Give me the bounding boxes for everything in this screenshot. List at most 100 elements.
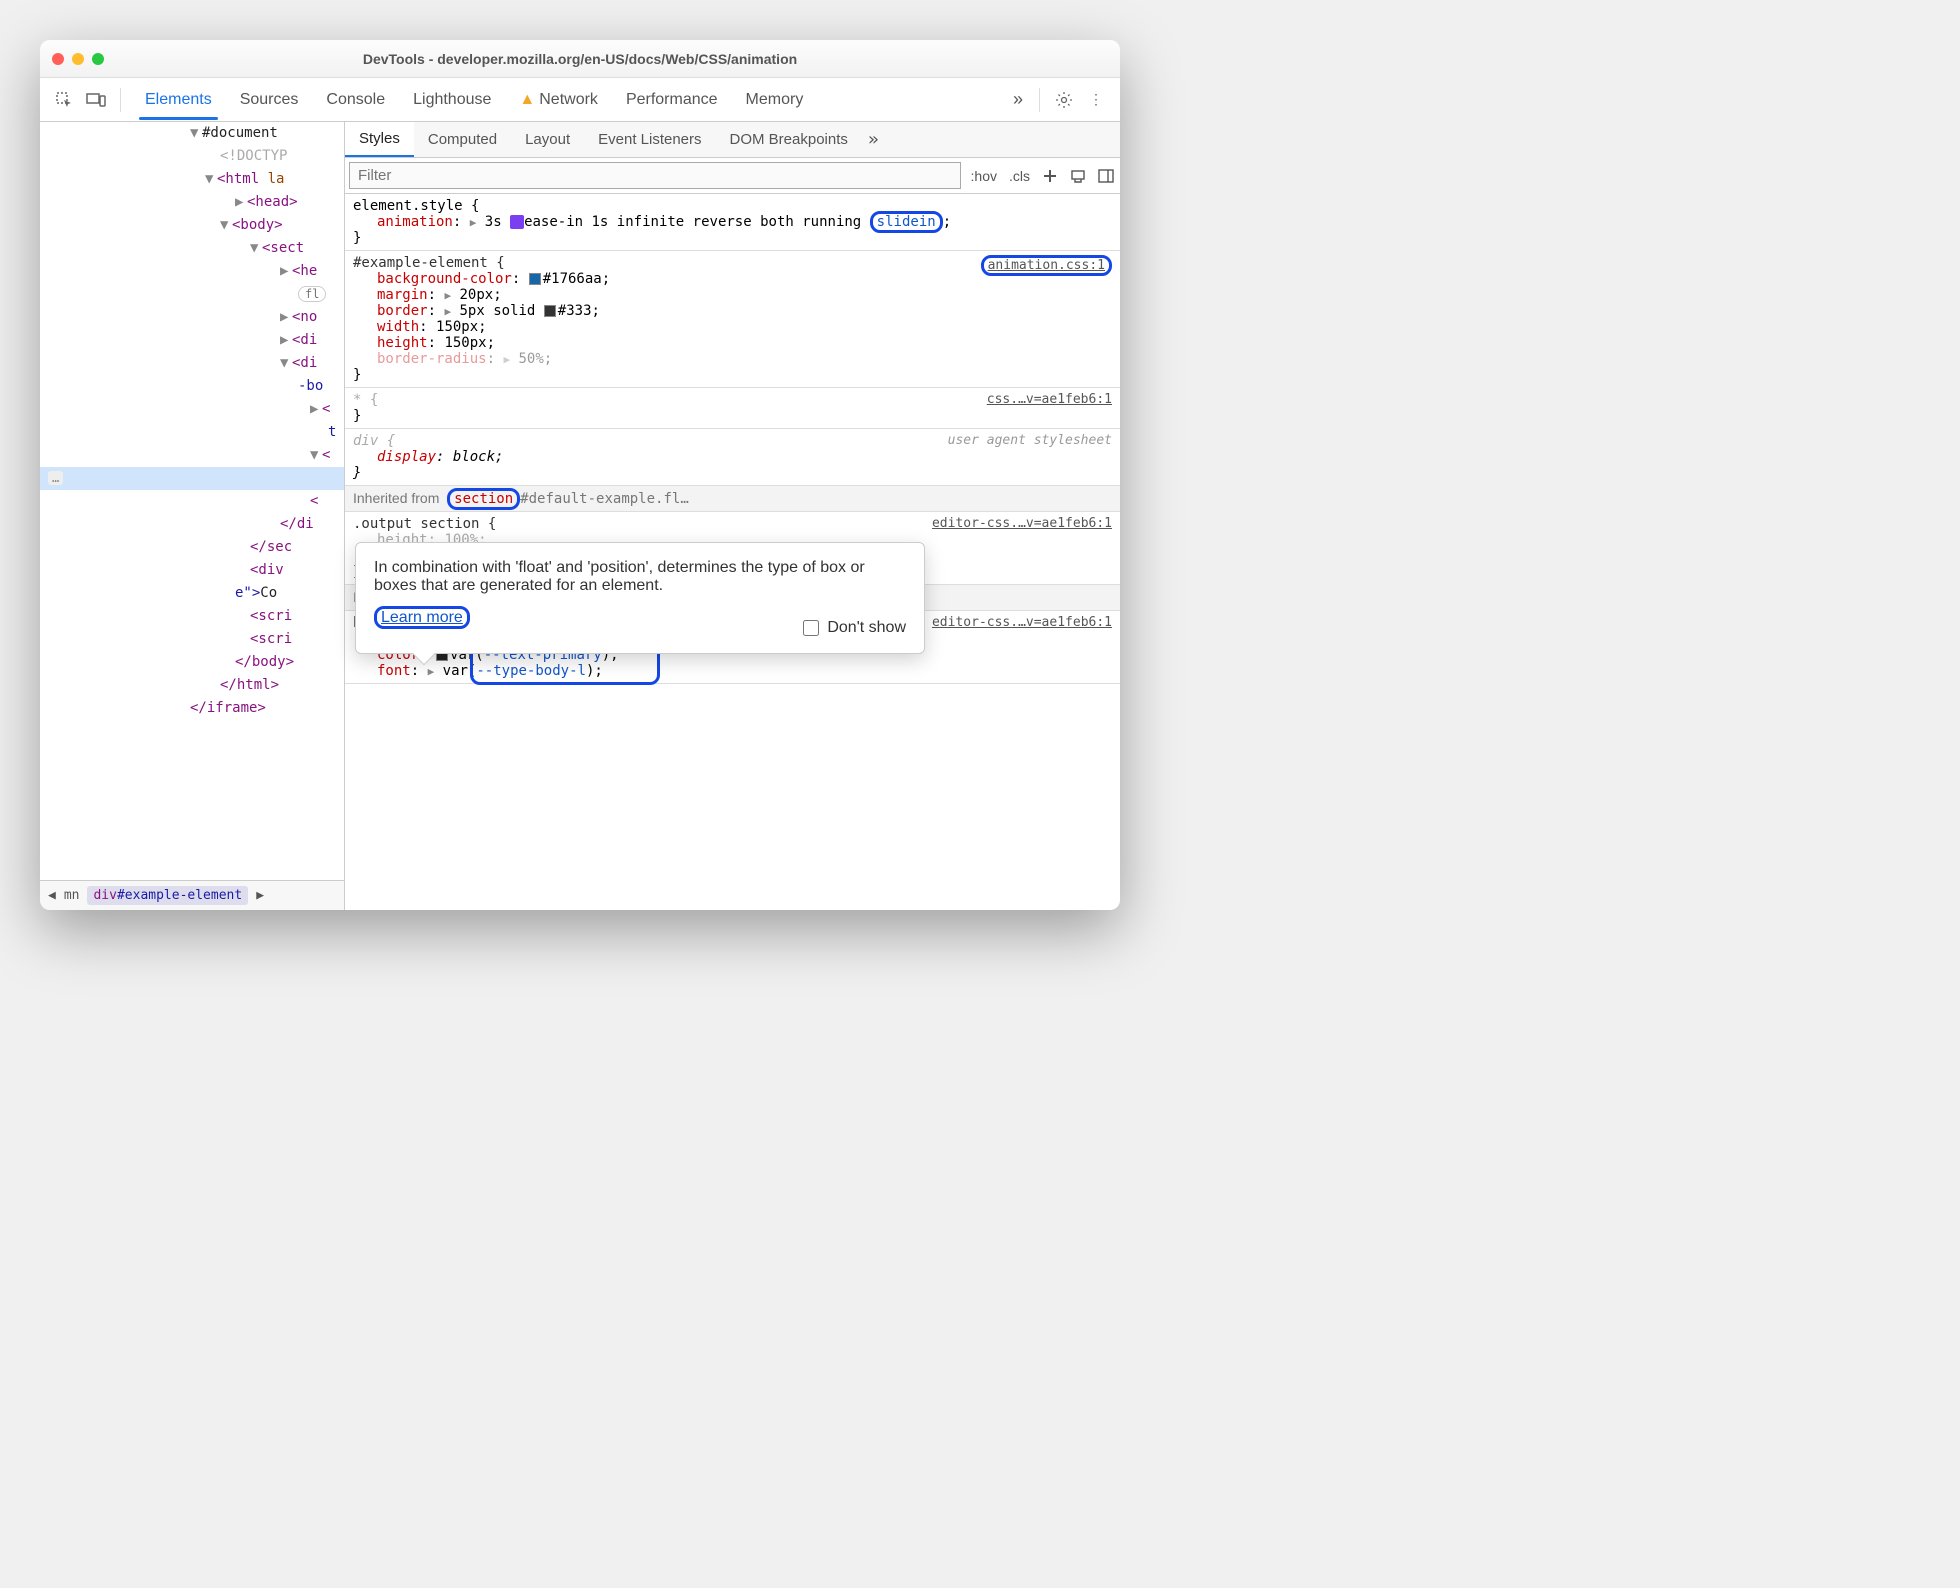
gear-icon[interactable]	[1050, 86, 1078, 114]
source-link[interactable]: css.…v=ae1feb6:1	[987, 392, 1112, 407]
tab-lighthouse[interactable]: Lighthouse	[399, 81, 505, 119]
dom-node[interactable]: ▶<no	[40, 306, 344, 329]
crumb-next-icon[interactable]: ▶	[256, 888, 264, 903]
filter-input[interactable]	[349, 162, 961, 189]
animation-name-link[interactable]: slidein	[877, 214, 936, 230]
tab-sources[interactable]: Sources	[226, 81, 313, 119]
styles-panel: Styles Computed Layout Event Listeners D…	[345, 122, 1120, 910]
device-toggle-icon[interactable]	[82, 86, 110, 114]
tab-console[interactable]: Console	[312, 81, 399, 119]
expand-icon[interactable]: ▶	[428, 665, 435, 678]
dom-node[interactable]: <div	[40, 559, 344, 582]
minimize-window-button[interactable]	[72, 53, 84, 65]
source-label: user agent stylesheet	[948, 433, 1112, 448]
crumb-item[interactable]: mn	[64, 888, 80, 903]
plus-icon[interactable]	[1038, 164, 1062, 188]
dom-node[interactable]: ▼<di	[40, 352, 344, 375]
dom-node[interactable]: ▼<body>	[40, 214, 344, 237]
tab-performance[interactable]: Performance	[612, 81, 732, 119]
dom-node[interactable]: -bo	[40, 375, 344, 398]
tab-layout[interactable]: Layout	[511, 123, 584, 156]
css-declaration[interactable]: height: 150px;	[353, 335, 1112, 351]
dom-node[interactable]: fl	[40, 283, 344, 306]
color-swatch-icon[interactable]	[529, 273, 541, 285]
dom-node[interactable]: ▼<html la	[40, 168, 344, 191]
css-declaration[interactable]: display: block;	[353, 449, 1112, 465]
rule-star[interactable]: css.…v=ae1feb6:1 * { }	[345, 388, 1120, 429]
dom-node[interactable]: <!DOCTYP	[40, 145, 344, 168]
rule-element-style[interactable]: element.style { animation: ▶ 3s ease-in …	[345, 194, 1120, 251]
expand-icon[interactable]: ▶	[444, 305, 451, 318]
dom-node[interactable]: </html>	[40, 674, 344, 697]
dom-node[interactable]: ▶<di	[40, 329, 344, 352]
dom-node[interactable]: <scri	[40, 628, 344, 651]
more-tabs-icon[interactable]: »	[862, 129, 885, 150]
color-swatch-icon[interactable]	[544, 305, 556, 317]
rule-close: }	[353, 367, 1112, 383]
css-declaration[interactable]: border-radius: ▶ 50%;	[353, 351, 1112, 367]
tooltip-text: In combination with 'float' and 'positio…	[374, 559, 906, 595]
devtools-window: DevTools - developer.mozilla.org/en-US/d…	[40, 40, 1120, 910]
filter-row: :hov .cls	[345, 158, 1120, 194]
dom-node[interactable]: ▼#document	[40, 122, 344, 145]
separator	[1039, 88, 1040, 112]
tab-computed[interactable]: Computed	[414, 123, 511, 156]
ellipsis-icon: …	[48, 471, 63, 485]
tab-elements[interactable]: Elements	[131, 81, 226, 119]
dom-node[interactable]: </body>	[40, 651, 344, 674]
dom-node[interactable]: ▼<	[40, 444, 344, 467]
dom-node[interactable]: <	[40, 490, 344, 513]
dont-show-checkbox[interactable]	[803, 620, 819, 636]
more-tabs-icon[interactable]: »	[1007, 89, 1029, 110]
css-declaration[interactable]: font: ▶ var(--type-body-l);	[353, 663, 1112, 679]
dom-node[interactable]: ▼<sect	[40, 237, 344, 260]
css-declaration[interactable]: margin: ▶ 20px;	[353, 287, 1112, 303]
dom-node[interactable]: e">Co	[40, 582, 344, 605]
inherited-header: Inherited from section#default-example.f…	[345, 486, 1120, 512]
inherited-tag[interactable]: section	[454, 491, 513, 507]
maximize-window-button[interactable]	[92, 53, 104, 65]
expand-icon[interactable]: ▶	[470, 216, 477, 229]
dom-node[interactable]: ▶<head>	[40, 191, 344, 214]
tab-network[interactable]: ▲Network	[505, 81, 612, 119]
main-tabs: Elements Sources Console Lighthouse ▲Net…	[131, 81, 1003, 119]
computed-sidebar-icon[interactable]	[1094, 164, 1118, 188]
css-declaration[interactable]: border: ▶ 5px solid #333;	[353, 303, 1112, 319]
tab-memory[interactable]: Memory	[732, 81, 818, 119]
easing-icon[interactable]	[510, 215, 524, 229]
dom-node[interactable]: ▶<he	[40, 260, 344, 283]
dom-node[interactable]: <scri	[40, 605, 344, 628]
cls-button[interactable]: .cls	[1003, 164, 1036, 188]
hov-button[interactable]: :hov	[965, 164, 1003, 188]
source-link[interactable]: animation.css:1	[981, 255, 1112, 276]
source-link[interactable]: editor-css.…v=ae1feb6:1	[932, 516, 1112, 531]
inspect-icon[interactable]	[50, 86, 78, 114]
close-window-button[interactable]	[52, 53, 64, 65]
dom-selected-row[interactable]: …	[40, 467, 344, 490]
dom-tree-panel[interactable]: ▼#document <!DOCTYP ▼<html la ▶<head> ▼<…	[40, 122, 345, 910]
css-var-link[interactable]: --type-body-l	[476, 663, 586, 679]
tab-styles[interactable]: Styles	[345, 122, 414, 157]
dom-node[interactable]: </iframe>	[40, 697, 344, 720]
rule-user-agent[interactable]: user agent stylesheet div { display: blo…	[345, 429, 1120, 486]
tab-event-listeners[interactable]: Event Listeners	[584, 123, 715, 156]
css-declaration[interactable]: width: 150px;	[353, 319, 1112, 335]
crumb-item[interactable]: div#example-element	[87, 886, 248, 905]
print-media-icon[interactable]	[1066, 164, 1090, 188]
learn-more-link[interactable]: Learn more	[381, 609, 463, 626]
source-link[interactable]: editor-css.…v=ae1feb6:1	[932, 615, 1112, 630]
kebab-icon[interactable]: ⋮	[1082, 86, 1110, 114]
breadcrumb: ◀ mn div#example-element ▶	[40, 880, 344, 910]
dom-node[interactable]: </di	[40, 513, 344, 536]
rule-example-element[interactable]: animation.css:1 #example-element { backg…	[345, 251, 1120, 388]
crumb-prev-icon[interactable]: ◀	[48, 888, 56, 903]
titlebar: DevTools - developer.mozilla.org/en-US/d…	[40, 40, 1120, 78]
expand-icon[interactable]: ▶	[444, 289, 451, 302]
css-declaration[interactable]: animation: ▶ 3s ease-in 1s infinite reve…	[353, 214, 1112, 230]
tab-dom-breakpoints[interactable]: DOM Breakpoints	[716, 123, 862, 156]
main-toolbar: Elements Sources Console Lighthouse ▲Net…	[40, 78, 1120, 122]
dom-node[interactable]: </sec	[40, 536, 344, 559]
dom-node[interactable]: t	[40, 421, 344, 444]
dom-node[interactable]: ▶<	[40, 398, 344, 421]
styles-tabs: Styles Computed Layout Event Listeners D…	[345, 122, 1120, 158]
